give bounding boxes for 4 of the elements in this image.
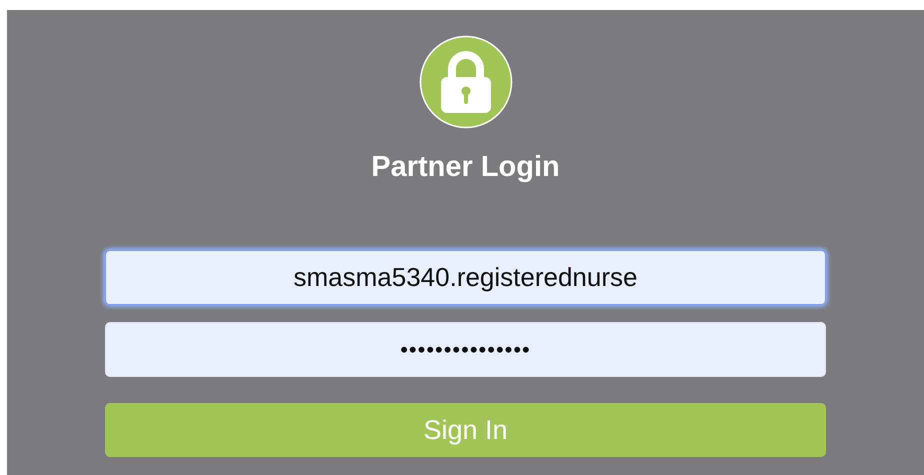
lock-icon: [418, 35, 512, 129]
password-field[interactable]: •••••••••••••••: [105, 322, 826, 377]
login-title: Partner Login: [371, 151, 560, 184]
username-field[interactable]: smasma5340.registerednurse: [105, 250, 826, 305]
